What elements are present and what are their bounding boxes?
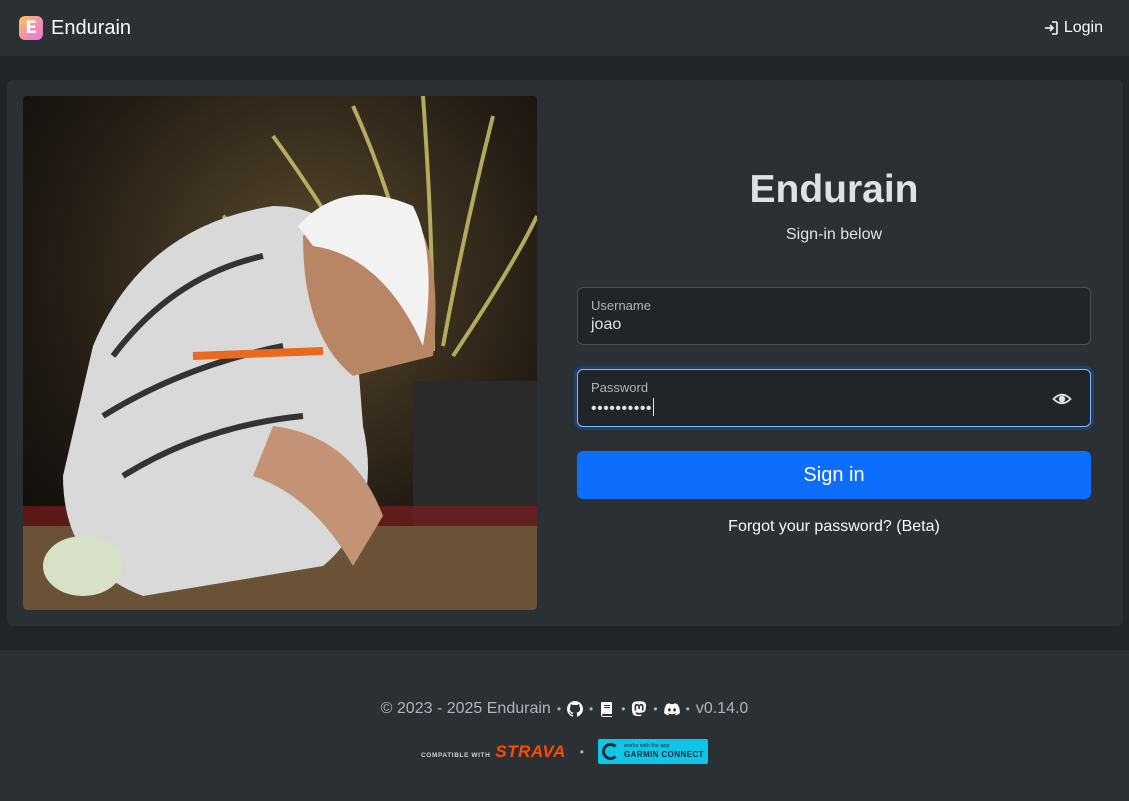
athlete-illustration	[23, 96, 537, 610]
footer-links: © 2023 - 2025 Endurain • • • • • v0.14.0	[0, 700, 1129, 718]
login-label: Login	[1063, 19, 1103, 36]
strava-logo: STRAVA	[495, 741, 566, 761]
strava-prefix: COMPATIBLE WITH	[421, 751, 491, 759]
text-caret	[653, 398, 655, 416]
username-field[interactable]: Username joao	[577, 287, 1091, 345]
top-navbar: E Endurain Login	[0, 0, 1129, 56]
login-form: Endurain Sign-in below Username joao Pas…	[577, 80, 1091, 626]
garmin-connect-badge[interactable]: works with the app GARMIN CONNECT	[598, 739, 708, 764]
copyright-text: © 2023 - 2025 Endurain	[380, 700, 551, 717]
brand-name: Endurain	[51, 16, 132, 39]
discord-icon[interactable]	[663, 701, 680, 717]
page-footer: © 2023 - 2025 Endurain • • • • • v0.14.0…	[0, 650, 1129, 801]
garmin-connect-icon	[602, 743, 619, 760]
separator-dot: •	[579, 744, 584, 759]
password-field[interactable]: Password ••••••••••	[577, 369, 1091, 427]
garmin-small-text: works with the app	[624, 742, 670, 749]
integration-badges: COMPATIBLE WITH STRAVA • works with the …	[0, 739, 1129, 764]
github-icon[interactable]	[567, 701, 584, 717]
username-label: Username	[591, 298, 651, 313]
form-title: Endurain	[749, 168, 919, 211]
login-card: Endurain Sign-in below Username joao Pas…	[7, 80, 1123, 626]
separator-dot: •	[621, 702, 626, 716]
separator-dot: •	[556, 702, 562, 716]
mastodon-icon[interactable]	[631, 701, 647, 717]
password-label: Password	[591, 380, 649, 395]
sign-in-button[interactable]: Sign in	[577, 451, 1091, 499]
strava-badge[interactable]: COMPATIBLE WITH STRAVA	[421, 742, 566, 762]
login-link[interactable]: Login	[1043, 19, 1103, 37]
separator-dot: •	[589, 702, 594, 716]
form-subtitle: Sign-in below	[785, 226, 883, 243]
eye-icon[interactable]	[1052, 389, 1072, 409]
garmin-big-text: GARMIN CONNECT	[624, 750, 704, 760]
username-value[interactable]: joao	[591, 316, 621, 334]
brand-link[interactable]: E Endurain	[19, 16, 131, 40]
athlete-photo	[23, 96, 537, 610]
endurain-logo-icon: E	[19, 16, 43, 40]
password-input[interactable]: ••••••••••	[591, 398, 655, 418]
separator-dot: •	[653, 702, 658, 716]
password-value: ••••••••••	[591, 400, 653, 417]
separator-dot: •	[685, 702, 690, 716]
version-text: v0.14.0	[695, 700, 749, 717]
sign-in-icon	[1044, 21, 1058, 35]
book-icon[interactable]	[599, 701, 615, 717]
forgot-password-link[interactable]: Forgot your password? (Beta)	[577, 518, 1091, 536]
